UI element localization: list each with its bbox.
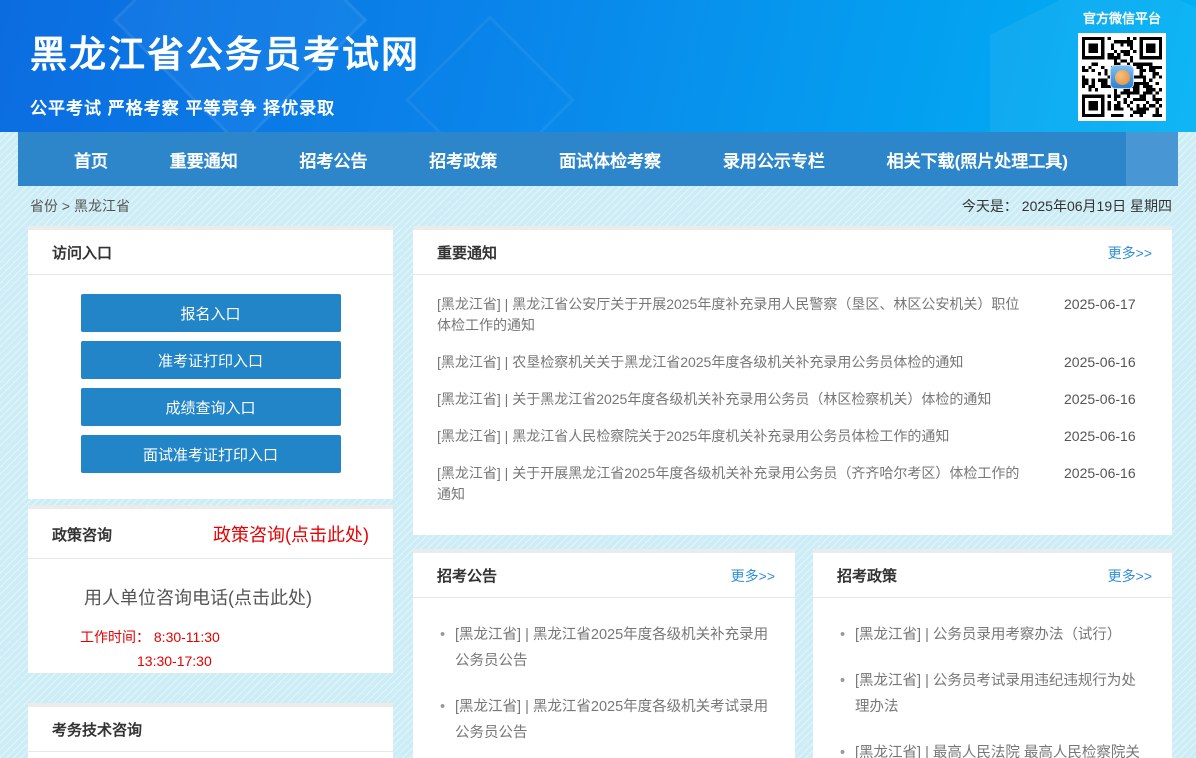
wechat-qr-block: 官方微信平台 (1078, 8, 1166, 121)
breadcrumb[interactable]: 省份 > 黑龙江省 (30, 196, 130, 216)
nav-item-interview-physical[interactable]: 面试体检考察 (559, 147, 661, 172)
site-title: 黑龙江省公务员考试网 (30, 24, 420, 78)
main-column: 重要通知 更多>> [黑龙江省] | 黑龙江省公安厅关于开展2025年度补充录用… (413, 226, 1172, 758)
recruit-policies-title: 招考政策 (837, 565, 897, 586)
header-text: 黑龙江省公务员考试网 公平考试 严格考察 平等竞争 择优录取 (30, 24, 420, 119)
notice-list: [黑龙江省] | 黑龙江省公安厅关于开展2025年度补充录用人民警察（垦区、林区… (413, 275, 1172, 535)
policy-list: [黑龙江省] | 公务员录用考察办法（试行） [黑龙江省] | 公务员考试录用违… (813, 598, 1172, 758)
policy-item[interactable]: [黑龙江省] | 公务员录用考察办法（试行） (855, 622, 1148, 648)
important-notices-title: 重要通知 (437, 242, 497, 263)
entry-buttons: 报名入口 准考证打印入口 成绩查询入口 面试准考证打印入口 (28, 275, 393, 499)
nav-item-downloads[interactable]: 相关下载(照片处理工具) (887, 147, 1068, 172)
panel-access-entries: 访问入口 报名入口 准考证打印入口 成绩查询入口 面试准考证打印入口 (28, 226, 393, 499)
recruit-policies-header: 招考政策 更多>> (813, 553, 1172, 597)
panel-policy-consult: 政策咨询 政策咨询(点击此处) 用人单位咨询电话(点击此处) 工作时间： 8:3… (28, 505, 393, 673)
notice-row: [黑龙江省] | 黑龙江省人民检察院关于2025年度机关补充录用公务员体检工作的… (437, 426, 1142, 447)
interview-ticket-print-button[interactable]: 面试准考证打印入口 (81, 435, 341, 473)
sidebar: 访问入口 报名入口 准考证打印入口 成绩查询入口 面试准考证打印入口 政策咨询 … (28, 226, 393, 758)
announcements-more-link[interactable]: 更多>> (731, 566, 775, 586)
employer-phone-link[interactable]: 用人单位咨询电话(点击此处) (84, 584, 369, 610)
notice-link[interactable]: [黑龙江省] | 农垦检察机关关于黑龙江省2025年度各级机关补充录用公务员体检… (437, 352, 1030, 373)
panel-recruit-policies: 招考政策 更多>> [黑龙江省] | 公务员录用考察办法（试行） [黑龙江省] … (813, 549, 1172, 758)
notice-link[interactable]: [黑龙江省] | 黑龙江省人民检察院关于2025年度机关补充录用公务员体检工作的… (437, 426, 1030, 447)
register-entry-button[interactable]: 报名入口 (81, 294, 341, 332)
notice-row: [黑龙江省] | 关于黑龙江省2025年度各级机关补充录用公务员（林区检察机关）… (437, 389, 1142, 410)
breadcrumb-row: 省份 > 黑龙江省 今天是： 2025年06月19日 星期四 (0, 186, 1196, 226)
page: 黑龙江省公务员考试网 公平考试 严格考察 平等竞争 择优录取 官方微信平台 首页… (0, 0, 1196, 758)
panel-important-notices: 重要通知 更多>> [黑龙江省] | 黑龙江省公安厅关于开展2025年度补充录用… (413, 226, 1172, 535)
notice-row: [黑龙江省] | 关于开展黑龙江省2025年度各级机关补充录用公务员（齐齐哈尔考… (437, 463, 1142, 505)
wechat-qr-code (1078, 33, 1166, 121)
policies-more-link[interactable]: 更多>> (1108, 566, 1152, 586)
bottom-row: 招考公告 更多>> [黑龙江省] | 黑龙江省2025年度各级机关补充录用公务员… (413, 549, 1172, 758)
working-hours-line1: 工作时间： 8:30-11:30 (80, 625, 393, 649)
panel-tech-consult: 考务技术咨询 (28, 703, 393, 758)
nav-item-important-notices[interactable]: 重要通知 (170, 147, 238, 172)
recruit-announcements-title: 招考公告 (437, 565, 497, 586)
nav-tail-block (1126, 132, 1178, 186)
notice-row: [黑龙江省] | 黑龙江省公安厅关于开展2025年度补充录用人民警察（垦区、林区… (437, 294, 1142, 336)
tech-consult-title: 考务技术咨询 (52, 719, 142, 740)
nav-item-home[interactable]: 首页 (74, 147, 108, 172)
notice-row: [黑龙江省] | 农垦检察机关关于黑龙江省2025年度各级机关补充录用公务员体检… (437, 352, 1142, 373)
divider (28, 751, 393, 752)
notice-date: 2025-06-17 (1064, 294, 1142, 315)
wechat-qr-label: 官方微信平台 (1078, 8, 1166, 27)
header-decor-diamond-2 (405, 15, 575, 132)
site-header: 黑龙江省公务员考试网 公平考试 严格考察 平等竞争 择优录取 官方微信平台 (0, 0, 1196, 132)
notice-date: 2025-06-16 (1064, 463, 1142, 484)
announcement-list: [黑龙江省] | 黑龙江省2025年度各级机关补充录用公务员公告 [黑龙江省] … (413, 598, 795, 758)
notices-more-link[interactable]: 更多>> (1108, 243, 1152, 263)
nav-items: 首页 重要通知 招考公告 招考政策 面试体检考察 录用公示专栏 相关下载(照片处… (18, 132, 1126, 186)
policy-item[interactable]: [黑龙江省] | 公务员考试录用违纪违规行为处理办法 (855, 668, 1148, 720)
policy-consult-title: 政策咨询 (52, 524, 112, 545)
notice-link[interactable]: [黑龙江省] | 关于开展黑龙江省2025年度各级机关补充录用公务员（齐齐哈尔考… (437, 463, 1030, 505)
divider (28, 558, 393, 559)
access-entries-title: 访问入口 (52, 242, 112, 263)
nav-item-hiring-publicity[interactable]: 录用公示专栏 (723, 147, 825, 172)
announcement-item[interactable]: [黑龙江省] | 黑龙江省2025年度各级机关补充录用公务员公告 (455, 622, 771, 674)
working-hours: 工作时间： 8:30-11:30 13:30-17:30 (80, 625, 393, 673)
tech-consult-header: 考务技术咨询 (28, 707, 393, 751)
score-query-button[interactable]: 成绩查询入口 (81, 388, 341, 426)
main-nav: 首页 重要通知 招考公告 招考政策 面试体检考察 录用公示专栏 相关下载(照片处… (18, 132, 1178, 186)
notice-date: 2025-06-16 (1064, 389, 1142, 410)
policy-item[interactable]: [黑龙江省] | 最高人民法院 最高人民检察院关于办理组织考试作弊等刑事案件适用… (855, 740, 1148, 758)
notice-link[interactable]: [黑龙江省] | 关于黑龙江省2025年度各级机关补充录用公务员（林区检察机关）… (437, 389, 1030, 410)
policy-consult-link[interactable]: 政策咨询(点击此处) (213, 521, 369, 547)
site-slogan: 公平考试 严格考察 平等竞争 择优录取 (30, 94, 420, 119)
recruit-announcements-header: 招考公告 更多>> (413, 553, 795, 597)
nav-item-recruit-policies[interactable]: 招考政策 (429, 147, 497, 172)
content: 访问入口 报名入口 准考证打印入口 成绩查询入口 面试准考证打印入口 政策咨询 … (0, 226, 1196, 758)
announcement-item[interactable]: [黑龙江省] | 黑龙江省2025年度各级机关考试录用公务员公告 (455, 694, 771, 746)
important-notices-header: 重要通知 更多>> (413, 230, 1172, 274)
nav-item-recruit-announcements[interactable]: 招考公告 (300, 147, 368, 172)
panel-recruit-announcements: 招考公告 更多>> [黑龙江省] | 黑龙江省2025年度各级机关补充录用公务员… (413, 549, 795, 758)
access-entries-header: 访问入口 (28, 230, 393, 274)
policy-consult-header: 政策咨询 政策咨询(点击此处) (28, 509, 393, 558)
qr-center-logo-icon (1110, 65, 1134, 89)
working-hours-line2: 13:30-17:30 (80, 649, 393, 673)
notice-date: 2025-06-16 (1064, 352, 1142, 373)
notice-date: 2025-06-16 (1064, 426, 1142, 447)
today-date: 今天是： 2025年06月19日 星期四 (962, 196, 1172, 216)
notice-link[interactable]: [黑龙江省] | 黑龙江省公安厅关于开展2025年度补充录用人民警察（垦区、林区… (437, 294, 1030, 336)
admission-ticket-print-button[interactable]: 准考证打印入口 (81, 341, 341, 379)
